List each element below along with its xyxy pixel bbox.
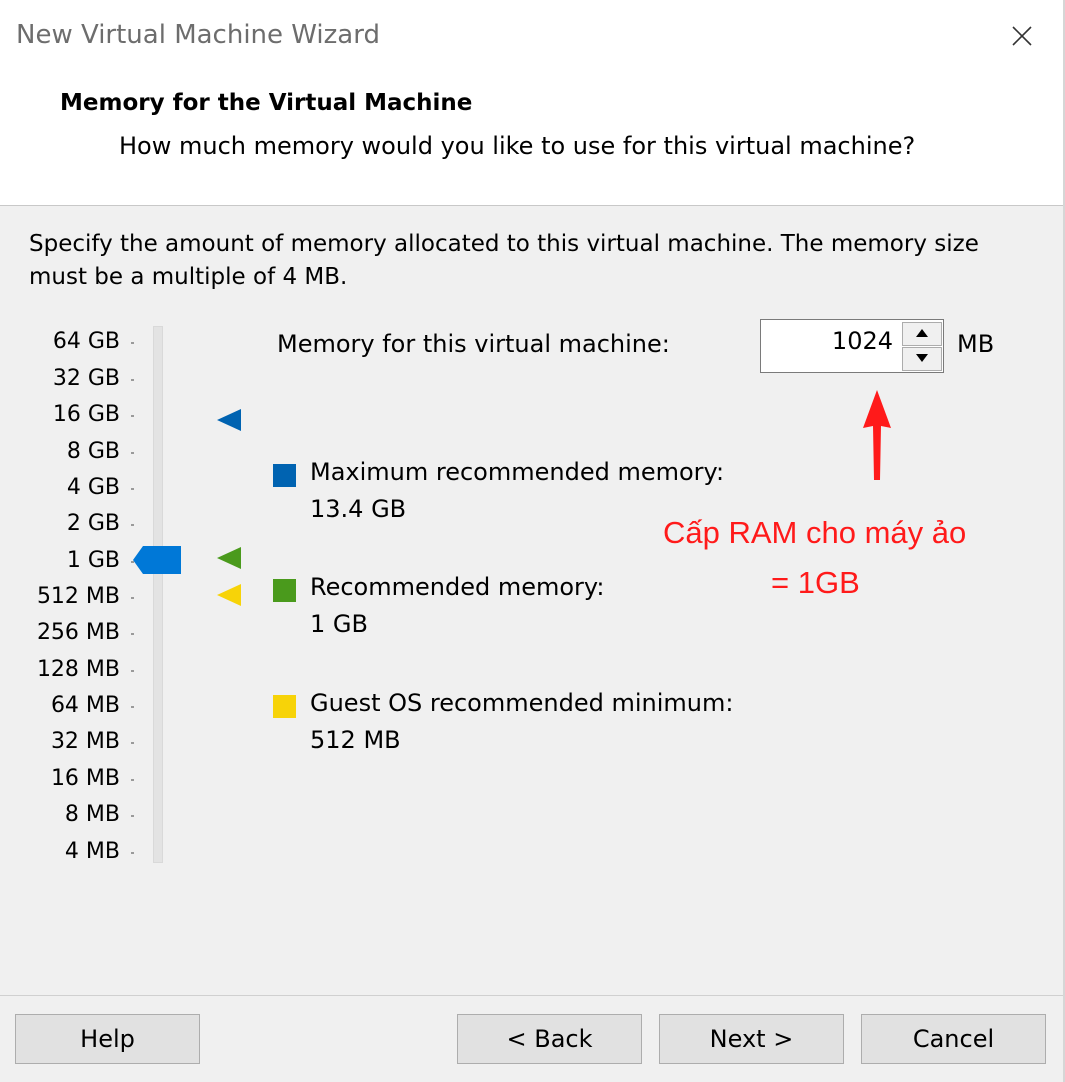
back-button[interactable]: < Back (457, 1014, 642, 1064)
scale-tick (131, 742, 134, 744)
scale-label: 8 MB (64, 802, 120, 827)
decrement-button[interactable] (902, 347, 942, 371)
max-recommended-marker-icon (217, 408, 241, 432)
cancel-button[interactable]: Cancel (861, 1014, 1046, 1064)
scale-label: 64 GB (52, 329, 120, 354)
scale-tick (131, 815, 134, 817)
max-recommended-title: Maximum recommended memory: (310, 458, 725, 486)
arrow-up-icon (916, 329, 928, 337)
scale-label: 64 MB (50, 693, 120, 718)
help-button[interactable]: Help (15, 1014, 200, 1064)
footer-divider (0, 995, 1063, 996)
page-subtitle: How much memory would you like to use fo… (119, 132, 916, 160)
minimum-title: Guest OS recommended minimum: (310, 689, 734, 717)
scale-tick (131, 779, 134, 781)
scale-tick (131, 415, 134, 417)
increment-button[interactable] (902, 322, 942, 346)
page-title: Memory for the Virtual Machine (60, 90, 473, 116)
scale-label: 32 MB (50, 729, 120, 754)
annotation-arrow-icon (863, 390, 891, 480)
scale-label: 2 GB (66, 511, 120, 536)
minimum-marker-icon (217, 583, 241, 607)
scale-tick (131, 379, 134, 381)
slider-thumb[interactable] (133, 546, 181, 574)
max-recommended-swatch (273, 464, 296, 487)
scale-label: 4 MB (64, 839, 120, 864)
scale-tick (131, 488, 134, 490)
scale-tick (131, 852, 134, 854)
memory-unit: MB (957, 330, 995, 358)
scale-tick (131, 706, 134, 708)
next-button[interactable]: Next > (659, 1014, 844, 1064)
close-icon (1012, 26, 1032, 46)
arrow-down-icon (916, 354, 928, 362)
window-title: New Virtual Machine Wizard (16, 20, 380, 50)
scale-tick (131, 452, 134, 454)
scale-label: 1 GB (66, 548, 120, 573)
memory-label: Memory for this virtual machine: (277, 330, 670, 358)
scale-label: 8 GB (66, 439, 120, 464)
scale-label: 16 GB (52, 402, 120, 427)
memory-input[interactable] (763, 322, 899, 370)
close-button[interactable] (1000, 14, 1044, 58)
minimum-value: 512 MB (310, 726, 401, 754)
max-recommended-value: 13.4 GB (310, 495, 407, 523)
scale-tick (131, 524, 134, 526)
scale-label: 4 GB (66, 475, 120, 500)
slider-track[interactable] (153, 326, 163, 863)
annotation-text: = 1GB (771, 565, 860, 600)
scale-tick (131, 597, 134, 599)
description-text: Specify the amount of memory allocated t… (29, 231, 979, 290)
annotation-text: Cấp RAM cho máy ảo (663, 515, 967, 550)
scale-label: 128 MB (36, 657, 120, 682)
scale-label: 32 GB (52, 366, 120, 391)
recommended-title: Recommended memory: (310, 573, 605, 601)
scale-label: 512 MB (36, 584, 120, 609)
scale-label: 16 MB (50, 766, 120, 791)
scale-tick (131, 342, 134, 344)
minimum-swatch (273, 695, 296, 718)
memory-stepper (760, 319, 944, 373)
scale-tick (131, 670, 134, 672)
scale-tick (131, 633, 134, 635)
recommended-value: 1 GB (310, 610, 368, 638)
recommended-marker-icon (217, 546, 241, 570)
recommended-swatch (273, 579, 296, 602)
scale-label: 256 MB (36, 620, 120, 645)
